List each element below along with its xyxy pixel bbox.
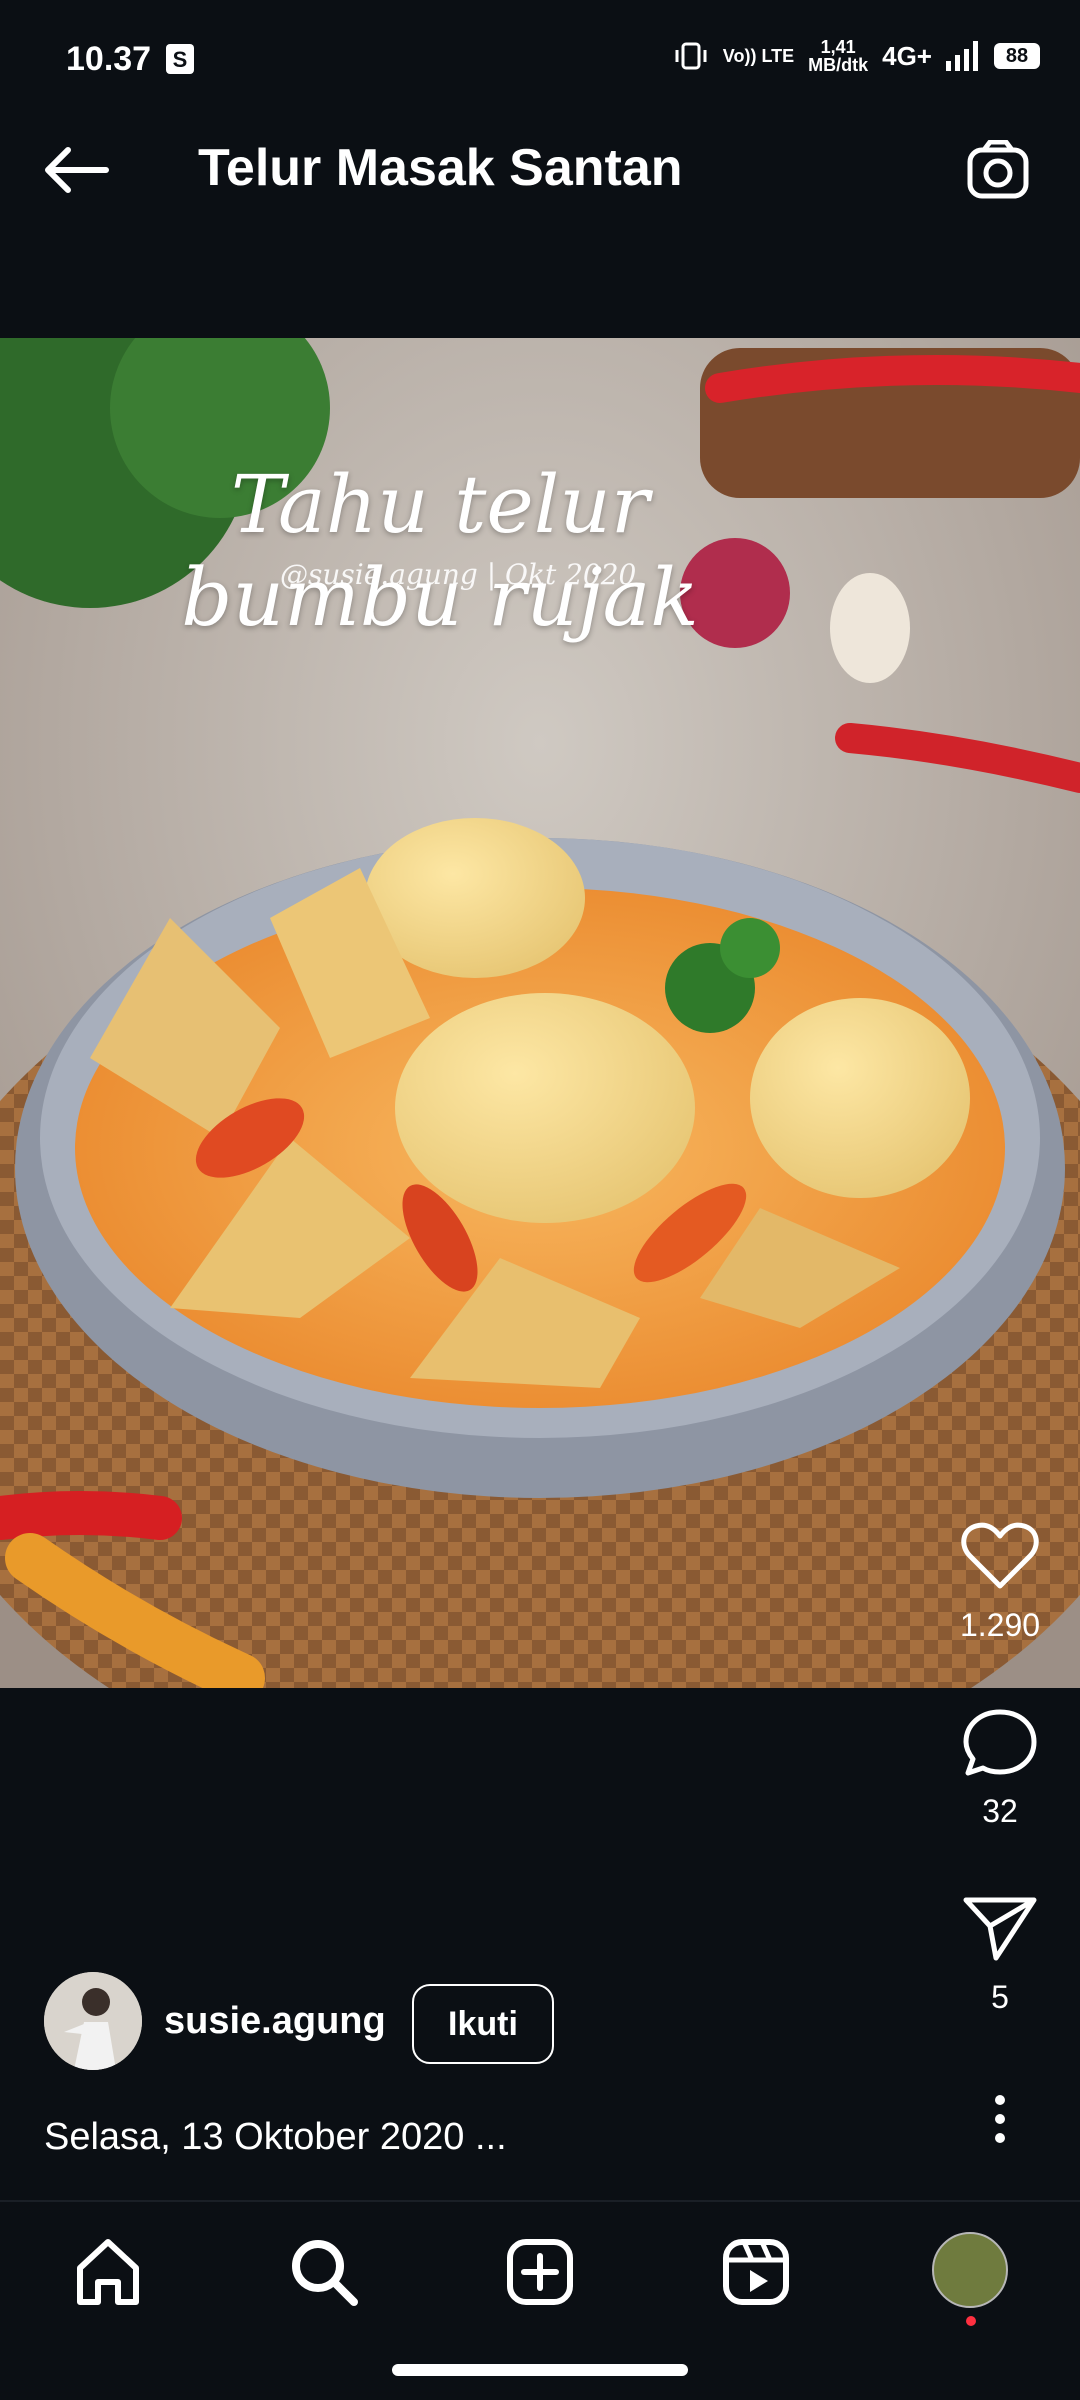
like-count: 1.290 xyxy=(959,1607,1041,1643)
vibrate-icon xyxy=(675,42,707,70)
comment-icon[interactable] xyxy=(960,1706,1040,1778)
battery-indicator: 88 xyxy=(994,43,1040,69)
share-count: 5 xyxy=(991,1979,1009,2015)
status-bar: 10.37 S Vo)) LTE 1,41 MB/dtk 4G+ 88 xyxy=(0,0,1080,96)
signal-icon xyxy=(946,41,978,71)
bottom-navigation xyxy=(0,2202,1080,2332)
more-options-icon[interactable] xyxy=(986,2094,1014,2144)
profile-tab[interactable] xyxy=(932,2232,1012,2326)
speed-value: 1,41 xyxy=(820,37,856,57)
status-time: 10.37 xyxy=(66,40,152,78)
avatar-icon[interactable] xyxy=(932,2232,1008,2308)
follow-button[interactable]: Ikuti xyxy=(412,1984,554,2064)
network-type: 4G+ xyxy=(882,40,932,71)
post-image[interactable]: Tahu telur bumbu rujak @susie.agung | Ok… xyxy=(0,338,1080,1688)
arrow-left-icon[interactable] xyxy=(40,144,110,196)
send-icon[interactable] xyxy=(960,1892,1040,1964)
post-author: susie.agung Ikuti xyxy=(44,1972,844,2072)
shopping-bag-icon: S xyxy=(166,44,194,74)
home-indicator[interactable] xyxy=(392,2364,688,2376)
network-speed: 1,41 MB/dtk xyxy=(808,38,868,74)
comment-action[interactable]: 32 xyxy=(920,1706,1080,1830)
camera-icon[interactable] xyxy=(966,140,1030,200)
image-overlay-title: Tahu telur bumbu rujak xyxy=(181,458,699,644)
speed-unit: MB/dtk xyxy=(808,55,869,75)
search-icon[interactable] xyxy=(284,2232,364,2312)
share-action[interactable]: 5 xyxy=(920,1892,1080,2016)
image-overlay-credit: @susie.agung | Okt 2020 xyxy=(280,558,637,591)
avatar[interactable] xyxy=(44,1972,142,2070)
post-caption[interactable]: Selasa, 13 Oktober 2020 ... xyxy=(44,2116,507,2159)
comment-count: 32 xyxy=(982,1793,1018,1829)
reels-icon[interactable] xyxy=(716,2232,796,2312)
heart-icon[interactable] xyxy=(960,1520,1040,1592)
page-title: Telur Masak Santan xyxy=(198,139,683,197)
like-action[interactable]: 1.290 xyxy=(920,1520,1080,1644)
status-indicators: Vo)) LTE 1,41 MB/dtk 4G+ 88 xyxy=(673,36,1040,76)
post-header: Telur Masak Santan xyxy=(0,110,1080,230)
home-icon[interactable] xyxy=(68,2232,148,2312)
plus-square-icon[interactable] xyxy=(500,2232,580,2312)
notification-dot xyxy=(966,2316,976,2326)
username[interactable]: susie.agung xyxy=(164,2000,386,2043)
volte-label: Vo)) LTE xyxy=(722,46,795,66)
